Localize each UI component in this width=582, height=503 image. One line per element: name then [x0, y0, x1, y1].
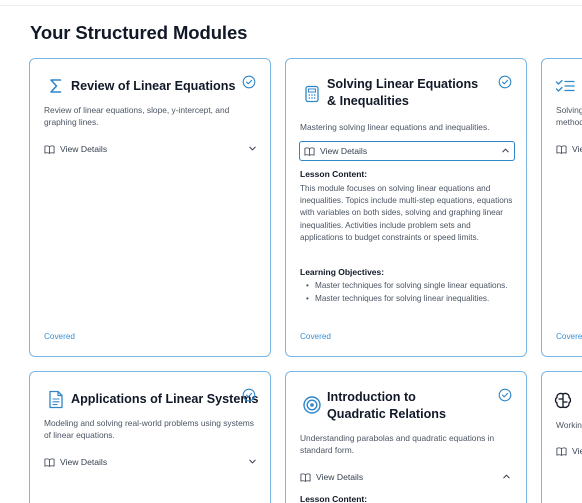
- check-circle-icon: [498, 75, 512, 89]
- view-details-toggle[interactable]: View Details: [44, 139, 258, 159]
- view-details-label: View Details: [60, 457, 108, 467]
- learning-objectives-heading: Learning Objectives:: [300, 267, 385, 277]
- view-details-label: View Details: [316, 472, 364, 482]
- document-icon: [45, 388, 67, 410]
- module-card-applications-linear-systems: Applications of Linear Systems Modeling …: [29, 371, 271, 503]
- card-description: Understanding parabolas and quadratic eq…: [300, 433, 495, 455]
- view-details-toggle[interactable]: Vie: [556, 441, 582, 461]
- view-details-label: Vie: [572, 144, 582, 154]
- module-card-review-linear-equations: Review of Linear Equations Review of lin…: [29, 58, 271, 357]
- chevron-up-icon: [502, 148, 509, 153]
- chevron-down-icon: [249, 146, 256, 151]
- book-icon: [556, 144, 567, 154]
- learning-objectives-list: Master techniques for solving single lin…: [306, 280, 526, 305]
- target-icon: [301, 394, 323, 416]
- status-covered: Covered: [44, 332, 75, 341]
- module-card-solving-linear-equations: Solving Linear Equations & Inequalities …: [285, 58, 527, 357]
- view-details-toggle[interactable]: View Details: [44, 452, 258, 472]
- card-title: Review of Linear Equations: [71, 79, 236, 93]
- book-icon: [304, 146, 315, 156]
- view-details-label: Vie: [572, 446, 582, 456]
- module-card-quadratic-relations: Introduction to Quadratic Relations Unde…: [285, 371, 527, 503]
- calculator-icon: [301, 83, 323, 105]
- check-circle-icon: [498, 388, 512, 402]
- top-bar: [0, 0, 582, 6]
- card-title: Applications of Linear Systems: [71, 392, 259, 406]
- module-card-partial-right-2: Workin Vie: [541, 371, 582, 503]
- sigma-icon: [45, 75, 67, 97]
- card-description: Workin: [556, 420, 582, 430]
- card-title: Solving Linear Equations & Inequalities: [327, 77, 479, 108]
- book-icon: [44, 457, 55, 467]
- chevron-up-icon: [503, 474, 510, 479]
- view-details-toggle[interactable]: View Details: [300, 467, 514, 487]
- book-icon: [44, 144, 55, 154]
- view-details-label: View Details: [60, 144, 108, 154]
- check-circle-icon: [242, 75, 256, 89]
- book-icon: [556, 446, 567, 456]
- brain-icon: [552, 390, 574, 412]
- objective-item: Master techniques for solving single lin…: [306, 280, 526, 293]
- lesson-content-heading: Lesson Content:: [300, 494, 368, 503]
- card-description: Modeling and solving real-world problems…: [44, 418, 254, 440]
- card-description: Review of linear equations, slope, y-int…: [44, 105, 230, 127]
- card-description: Solving method: [556, 105, 582, 127]
- card-description: Mastering solving linear equations and i…: [300, 122, 490, 132]
- book-icon: [300, 472, 311, 482]
- checklist-icon: [554, 75, 576, 97]
- chevron-down-icon: [249, 459, 256, 464]
- module-card-partial-right: Solving method Vie Covere: [541, 58, 582, 357]
- page-title: Your Structured Modules: [30, 22, 248, 43]
- lesson-content-heading: Lesson Content:: [300, 169, 368, 179]
- check-circle-icon: [242, 388, 256, 402]
- view-details-toggle[interactable]: Vie: [556, 139, 582, 159]
- view-details-toggle[interactable]: View Details: [299, 141, 515, 161]
- status-covered: Covered: [300, 332, 331, 341]
- lesson-content-text: This module focuses on solving linear eq…: [300, 184, 513, 242]
- card-title: Introduction to Quadratic Relations: [327, 390, 446, 421]
- objective-item: Master techniques for solving linear ine…: [306, 293, 526, 306]
- view-details-label: View Details: [320, 146, 368, 156]
- status-covered: Covere: [556, 332, 582, 341]
